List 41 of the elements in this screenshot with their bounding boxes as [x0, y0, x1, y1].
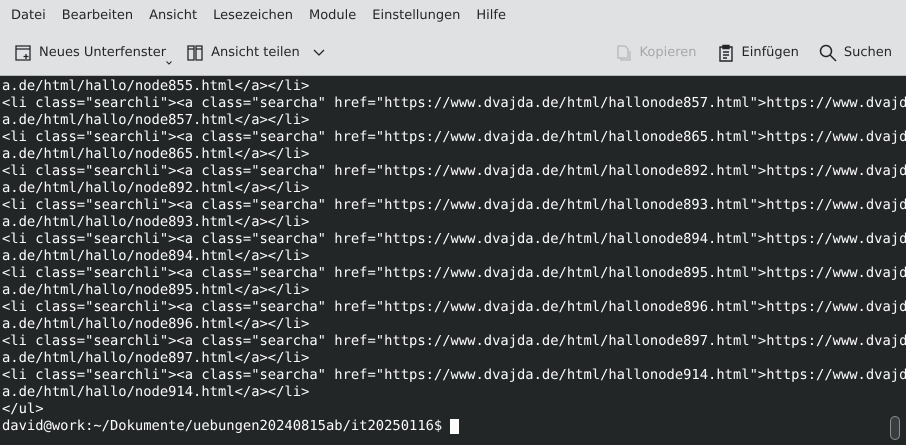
terminal-line: <li class="searchli"><a class="searcha" href="https://www.dvajda.de/html/hallonode895.html">https://www.dvajd — [2, 265, 906, 282]
terminal-line: <li class="searchli"><a class="searcha" href="https://www.dvajda.de/html/hallonode897.html">https://www.dvajd — [2, 333, 906, 350]
terminal-line: a.de/html/hallo/node896.html</a></li> — [2, 316, 310, 333]
menu-item[interactable]: Module — [300, 8, 364, 22]
shell-prompt: david@work:~/Dokumente/uebungen20240815ab/it20250116$ — [2, 418, 442, 435]
search-icon — [818, 44, 837, 62]
menu-item[interactable]: Lesezeichen — [205, 8, 301, 22]
split-view-icon — [186, 44, 204, 62]
terminal-line: <li class="searchli"><a class="searcha" href="https://www.dvajda.de/html/hallonode914.html">https://www.dvajd — [2, 367, 906, 384]
terminal-line: <li class="searchli"><a class="searcha" href="https://www.dvajda.de/html/hallonode857.html">https://www.dvajd — [2, 95, 906, 112]
terminal-line: a.de/html/hallo/node893.html</a></li> — [2, 214, 310, 231]
terminal-line: <li class="searchli"><a class="searcha" href="https://www.dvajda.de/html/hallonode893.html">https://www.dvajd — [2, 197, 906, 214]
menu-item[interactable]: Ansicht — [141, 8, 206, 22]
menu-item[interactable]: Bearbeiten — [54, 8, 142, 22]
terminal-line: a.de/html/hallo/node857.html</a></li> — [2, 112, 310, 129]
clipboard-icon — [716, 44, 734, 62]
terminal-line: a.de/html/hallo/node892.html</a></li> — [2, 180, 310, 197]
terminal-line: a.de/html/hallo/node914.html</a></li> — [2, 384, 310, 401]
new-tab-button[interactable]: Neues Unterfenster — [6, 38, 174, 68]
chevron-down-icon — [312, 48, 325, 56]
terminal-line: <li class="searchli"><a class="searcha" href="https://www.dvajda.de/html/hallonode894.html">https://www.dvajd — [2, 231, 906, 248]
terminal-line: a.de/html/hallo/node865.html</a></li> — [2, 146, 310, 163]
copy-icon — [614, 44, 632, 62]
scrollbar-handle[interactable] — [890, 416, 900, 440]
text-cursor — [450, 419, 460, 434]
search-button[interactable]: Suchen — [810, 38, 900, 68]
new-tab-icon — [14, 44, 32, 62]
terminal-line: <li class="searchli"><a class="searcha" href="https://www.dvajda.de/html/hallonode896.html">https://www.dvajd — [2, 299, 906, 316]
terminal-line: a.de/html/hallo/node895.html</a></li> — [2, 282, 310, 299]
terminal-line: <li class="searchli"><a class="searcha" href="https://www.dvajda.de/html/hallonode865.html">https://www.dvajd — [2, 129, 906, 146]
paste-button[interactable]: Einfügen — [708, 38, 807, 68]
terminal-line: a.de/html/hallo/node894.html</a></li> — [2, 248, 310, 265]
split-button[interactable]: Ansicht teilen — [178, 38, 333, 68]
menu-item[interactable]: Hilfe — [468, 8, 514, 22]
terminal-line: a.de/html/hallo/node897.html</a></li> — [2, 350, 310, 367]
menu-item[interactable]: Datei — [3, 8, 54, 22]
menu-item[interactable]: Einstellungen — [364, 8, 468, 22]
terminal-line: a.de/html/hallo/node855.html</a></li> — [2, 78, 310, 95]
terminal-line: </ul> — [2, 401, 45, 418]
caret-icon — [166, 60, 172, 64]
terminal-line: <li class="searchli"><a class="searcha" href="https://www.dvajda.de/html/hallonode892.html">https://www.dvajd — [2, 163, 906, 180]
